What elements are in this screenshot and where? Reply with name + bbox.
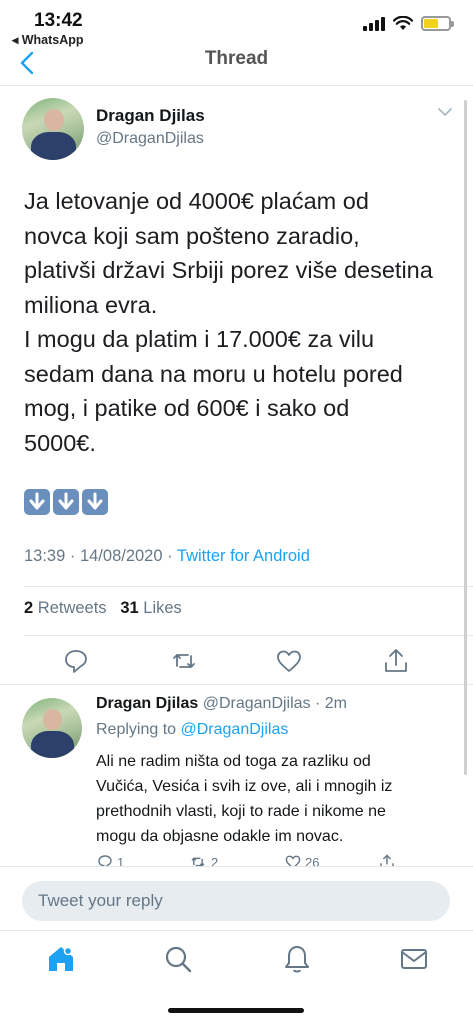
back-to-app-link[interactable]: ◂ WhatsApp (12, 32, 84, 47)
avatar[interactable] (22, 98, 84, 160)
avatar[interactable] (22, 698, 82, 758)
tweet-timestamp: 13:39 · 14/08/2020 · Twitter for Android (24, 547, 310, 566)
divider (24, 586, 473, 587)
like-icon[interactable] (274, 646, 304, 676)
retweets-label[interactable]: Retweets (38, 599, 107, 617)
thread-header: Thread (0, 46, 473, 86)
page-title: Thread (204, 48, 269, 69)
status-icons (363, 16, 454, 31)
tweet-text: Ja letovanje od 4000€ plaćam od novca ko… (24, 188, 433, 456)
down-arrow-icon (82, 489, 108, 515)
reply-text: Ali ne radim ništa od toga za razliku od… (96, 753, 393, 845)
divider (0, 684, 473, 685)
status-bar: 13:42 ◂ WhatsApp (0, 0, 473, 47)
reply-author-meta: @DraganDjilas · 2m (202, 695, 347, 712)
down-arrow-icon (24, 489, 50, 515)
author-handle[interactable]: @DraganDjilas (96, 130, 204, 148)
search-icon[interactable] (162, 943, 194, 975)
notifications-icon[interactable] (281, 943, 313, 975)
home-indicator[interactable] (168, 1008, 304, 1013)
tweet-actions (0, 646, 473, 676)
chevron-down-icon[interactable] (437, 106, 453, 118)
status-time: 13:42 (34, 10, 83, 31)
retweets-count[interactable]: 2 (24, 599, 33, 617)
retweet-icon[interactable] (169, 646, 199, 676)
replying-to-handle[interactable]: @DraganDjilas (181, 721, 289, 738)
replying-to: Replying to @DraganDjilas (96, 721, 288, 739)
wifi-icon (393, 16, 413, 30)
bottom-tab-bar (0, 930, 473, 990)
reply-icon[interactable] (61, 646, 91, 676)
reply-author-name[interactable]: Dragan Djilas (96, 695, 198, 712)
reply-input[interactable] (22, 881, 450, 921)
tweet-time: 13:39 · 14/08/2020 · (24, 547, 177, 565)
divider (24, 635, 473, 636)
author-name[interactable]: Dragan Djilas (96, 106, 205, 126)
reply-header: Dragan Djilas @DraganDjilas · 2m (96, 695, 347, 713)
signal-icon (363, 16, 385, 31)
messages-icon[interactable] (398, 943, 430, 975)
down-arrow-icon (53, 489, 79, 515)
scrollbar[interactable] (464, 100, 467, 775)
share-icon[interactable] (381, 646, 411, 676)
likes-count[interactable]: 31 (120, 599, 138, 617)
battery-icon (421, 16, 454, 31)
tweet-source-link[interactable]: Twitter for Android (177, 547, 310, 565)
tweet-stats: 2 Retweets 31 Likes (24, 599, 182, 618)
likes-label[interactable]: Likes (143, 599, 182, 617)
home-icon[interactable] (45, 943, 77, 975)
replying-label: Replying to (96, 721, 181, 738)
reply-compose-bar (0, 866, 473, 928)
emoji-row (24, 489, 108, 515)
